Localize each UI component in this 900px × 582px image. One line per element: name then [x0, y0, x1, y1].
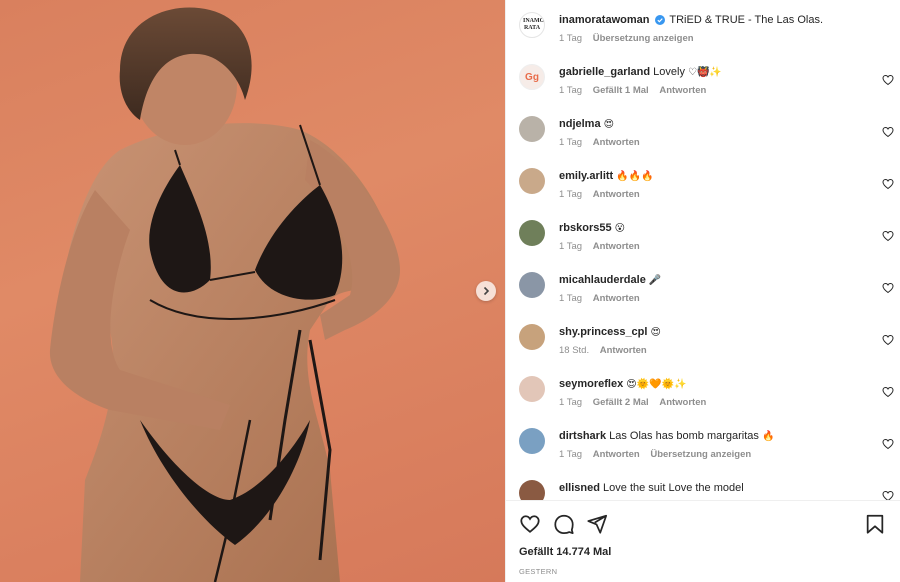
comment-username[interactable]: dirtshark — [559, 430, 606, 442]
comment-avatar[interactable] — [519, 480, 545, 500]
reply-link[interactable]: Antworten — [593, 189, 640, 200]
post-actions: Gefällt 14.774 Mal GESTERN — [506, 500, 900, 582]
chevron-right-icon — [483, 286, 490, 296]
comments-panel: INAMO RATA inamoratawoman TRiED & TRUE -… — [505, 0, 900, 582]
verified-icon — [654, 15, 665, 25]
model-photo — [49, 7, 400, 582]
author-username[interactable]: inamoratawoman — [559, 14, 649, 26]
comment-likes[interactable]: Gefällt 1 Mal — [593, 85, 649, 96]
comment-username[interactable]: shy.princess_cpl — [559, 326, 647, 338]
comment-time: 1 Tag — [559, 293, 583, 304]
comment-time: 1 Tag — [559, 449, 583, 460]
avatar-glyph: Gg — [525, 71, 539, 83]
comment-row: emily.arlitt 🔥🔥🔥 1 Tag Antworten — [519, 168, 894, 208]
comment-username[interactable]: gabrielle_garland — [559, 66, 650, 78]
like-comment-heart-icon[interactable] — [882, 490, 894, 500]
like-comment-heart-icon[interactable] — [882, 438, 894, 450]
like-comment-heart-icon[interactable] — [882, 230, 894, 242]
comment-text: Lovely — [653, 66, 685, 78]
comment-time: 1 Tag — [559, 85, 583, 96]
reply-link[interactable]: Antworten — [593, 241, 640, 252]
reply-link[interactable]: Antworten — [659, 397, 706, 408]
comment-avatar[interactable] — [519, 168, 545, 194]
comment-time: 1 Tag — [559, 241, 583, 252]
reply-link[interactable]: Antworten — [593, 449, 640, 460]
comments-scroll[interactable]: INAMO RATA inamoratawoman TRiED & TRUE -… — [506, 0, 900, 500]
like-comment-heart-icon[interactable] — [882, 74, 894, 86]
author-avatar[interactable]: INAMO RATA — [519, 12, 545, 38]
comment-emoji: 🔥🔥🔥 — [616, 171, 654, 182]
comment-username[interactable]: seymoreflex — [559, 378, 623, 390]
comment-row: rbskors55 😮 1 Tag Antworten — [519, 220, 894, 260]
comment-row: Gg gabrielle_garland Lovely ♡👹✨ 1 Tag Ge… — [519, 64, 894, 104]
comment-row: ellisned Love the suit Love the model — [519, 480, 894, 500]
reply-link[interactable]: Antworten — [593, 137, 640, 148]
comment-username[interactable]: emily.arlitt — [559, 170, 613, 182]
comment-row: shy.princess_cpl 😍 18 Std. Antworten — [519, 324, 894, 364]
comment-emoji: 😍 — [603, 119, 615, 130]
comment-avatar[interactable] — [519, 220, 545, 246]
comment-emoji: 😮 — [614, 223, 626, 234]
reply-link[interactable]: Antworten — [593, 293, 640, 304]
like-count[interactable]: Gefällt 14.774 Mal — [519, 546, 611, 558]
caption-text: TRiED & TRUE - The Las Olas. — [669, 14, 824, 26]
comment-time: 18 Std. — [559, 345, 590, 356]
next-image-button[interactable] — [476, 281, 496, 301]
comment-avatar[interactable] — [519, 324, 545, 350]
comment-avatar[interactable] — [519, 376, 545, 402]
post-date: GESTERN — [519, 567, 558, 576]
reply-link[interactable]: Antworten — [600, 345, 647, 356]
comment-text: Love the suit Love the model — [603, 482, 744, 494]
comment-time: 1 Tag — [559, 189, 583, 200]
comment-emoji: 😍🌞🧡🌞✨ — [626, 379, 687, 390]
like-comment-heart-icon[interactable] — [882, 282, 894, 294]
share-icon[interactable] — [586, 513, 608, 535]
caption-time: 1 Tag — [559, 33, 583, 44]
comment-time: 1 Tag — [559, 397, 583, 408]
post-image[interactable] — [0, 0, 505, 582]
comment-row: seymoreflex 😍🌞🧡🌞✨ 1 Tag Gefällt 2 Mal An… — [519, 376, 894, 416]
author-avatar-text: INAMO RATA — [523, 18, 545, 31]
bookmark-icon[interactable] — [864, 513, 886, 535]
like-comment-heart-icon[interactable] — [882, 126, 894, 138]
comment-avatar[interactable] — [519, 428, 545, 454]
comment-username[interactable]: rbskors55 — [559, 222, 612, 234]
comment-row: dirtshark Las Olas has bomb margaritas 🔥… — [519, 428, 894, 468]
comment-username[interactable]: ndjelma — [559, 118, 601, 130]
comment-row: micahlauderdale 🎤 1 Tag Antworten — [519, 272, 894, 312]
comment-username[interactable]: micahlauderdale — [559, 274, 646, 286]
comment-likes[interactable]: Gefällt 2 Mal — [593, 397, 649, 408]
comment-emoji: 😍 — [650, 327, 661, 338]
comment-time: 1 Tag — [559, 137, 583, 148]
comment-icon[interactable] — [553, 513, 575, 535]
heart-icon[interactable] — [519, 513, 541, 535]
comment-avatar[interactable] — [519, 272, 545, 298]
translate-link[interactable]: Übersetzung anzeigen — [650, 449, 751, 460]
comment-avatar[interactable] — [519, 116, 545, 142]
comment-text: Las Olas has bomb margaritas — [609, 430, 759, 442]
like-comment-heart-icon[interactable] — [882, 386, 894, 398]
like-comment-heart-icon[interactable] — [882, 334, 894, 346]
like-comment-heart-icon[interactable] — [882, 178, 894, 190]
comment-row: ndjelma 😍 1 Tag Antworten — [519, 116, 894, 156]
translate-link[interactable]: Übersetzung anzeigen — [593, 33, 694, 44]
comment-avatar[interactable]: Gg — [519, 64, 545, 90]
comment-emoji: 🎤 — [648, 275, 662, 286]
caption-row: INAMO RATA inamoratawoman TRiED & TRUE -… — [519, 12, 894, 52]
reply-link[interactable]: Antworten — [659, 85, 706, 96]
comment-emoji: ♡👹✨ — [688, 67, 722, 78]
post-viewer: INAMO RATA inamoratawoman TRiED & TRUE -… — [0, 0, 900, 582]
comment-username[interactable]: ellisned — [559, 482, 600, 494]
comment-emoji: 🔥 — [762, 431, 775, 442]
